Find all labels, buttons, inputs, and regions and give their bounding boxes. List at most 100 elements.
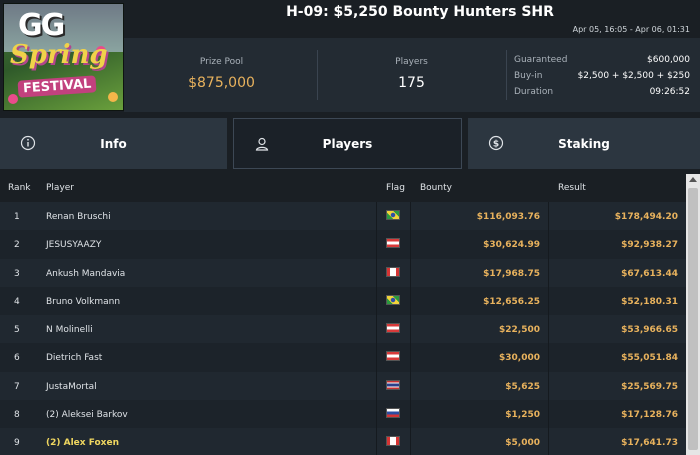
row-rank: 4 (14, 296, 20, 307)
row-player-name[interactable]: JustaMortal (46, 382, 97, 392)
row-bounty: $12,656.25 (483, 296, 540, 307)
table-row[interactable]: 2 JESUSYAAZY $30,624.99 $92,938.27 (0, 230, 686, 259)
col-rank-header[interactable]: Rank (8, 183, 31, 193)
russia-flag (386, 408, 400, 419)
austria-flag (386, 238, 400, 249)
row-bounty: $30,000 (499, 353, 540, 364)
detail-buy-in: Buy-in $2,500 + $2,500 + $250 (514, 71, 690, 81)
tournament-summary: Prize Pool $875,000 Players 175 Guarante… (124, 38, 700, 112)
canada-flag (386, 266, 400, 277)
column-separator (410, 230, 411, 259)
table-row[interactable]: 7 JustaMortal $5,625 $25,569.75 (0, 371, 686, 401)
players-count: Players 175 (344, 38, 479, 112)
row-result: $53,966.65 (621, 325, 678, 336)
column-separator (376, 230, 377, 259)
row-result: $17,128.76 (621, 410, 678, 421)
tab-staking-label: Staking (558, 136, 610, 151)
row-player-name[interactable]: N Molinelli (46, 325, 93, 335)
tournament-dates: Apr 05, 16:05 - Apr 06, 01:31 (572, 25, 690, 34)
column-separator (548, 428, 549, 455)
col-result-header[interactable]: Result (558, 183, 586, 193)
scrollbar[interactable] (686, 174, 700, 455)
row-rank: 5 (14, 325, 20, 336)
column-separator (548, 343, 549, 372)
col-player-header[interactable]: Player (46, 183, 74, 193)
prize-pool-label: Prize Pool (199, 57, 244, 67)
column-separator (548, 371, 549, 401)
row-player-name[interactable]: Ankush Mandavia (46, 269, 125, 279)
tab-players[interactable]: Players (233, 118, 462, 169)
row-player-name[interactable]: Dietrich Fast (46, 353, 102, 363)
row-rank: 7 (14, 381, 20, 392)
summary-divider (317, 50, 318, 100)
prize-pool-value: $875,000 (188, 75, 255, 91)
row-result: $25,569.75 (621, 381, 678, 392)
row-result: $178,494.20 (614, 212, 678, 222)
row-player-name[interactable]: JESUSYAAZY (46, 240, 101, 250)
row-bounty: $30,624.99 (483, 240, 540, 251)
summary-divider (506, 50, 507, 100)
table-row[interactable]: 6 Dietrich Fast $30,000 $55,051.84 (0, 343, 686, 372)
table-row[interactable]: 8 (2) Aleksei Barkov $1,250 $17,128.76 (0, 400, 686, 429)
row-result: $67,613.44 (621, 268, 678, 279)
column-separator (410, 343, 411, 372)
players-table: 1 Renan Bruschi $116,093.76 $178,494.20 … (0, 202, 686, 455)
row-bounty: $5,000 (505, 438, 540, 449)
row-player-name[interactable]: (2) Alex Foxen (46, 438, 119, 448)
col-bounty-header[interactable]: Bounty (420, 183, 452, 193)
tab-bar: Info Players $ Staking (0, 118, 700, 170)
brazil-flag (386, 294, 400, 305)
row-bounty: $22,500 (499, 325, 540, 336)
tournament-details: Guaranteed $600,000 Buy-in $2,500 + $2,5… (514, 53, 690, 101)
row-result: $55,051.84 (621, 353, 678, 364)
money-icon: $ (488, 135, 504, 151)
tab-staking[interactable]: $ Staking (468, 118, 700, 169)
column-separator (376, 286, 377, 316)
column-separator (376, 400, 377, 429)
user-icon (255, 137, 269, 151)
column-separator (548, 315, 549, 344)
tab-info[interactable]: Info (0, 118, 227, 169)
table-row[interactable]: 9 (2) Alex Foxen $5,000 $17,641.73 (0, 428, 686, 455)
players-label: Players (395, 57, 428, 67)
column-separator (410, 400, 411, 429)
svg-text:$: $ (493, 140, 499, 150)
column-separator (376, 343, 377, 372)
row-rank: 8 (14, 410, 20, 421)
tab-info-label: Info (100, 136, 127, 151)
scroll-up-icon[interactable] (689, 177, 697, 182)
column-separator (410, 371, 411, 401)
row-result: $17,641.73 (621, 438, 678, 449)
table-row[interactable]: 5 N Molinelli $22,500 $53,966.65 (0, 315, 686, 344)
column-separator (548, 400, 549, 429)
column-separator (548, 230, 549, 259)
row-player-name[interactable]: (2) Aleksei Barkov (46, 410, 128, 420)
column-separator (376, 202, 377, 231)
row-result: $52,180.31 (621, 296, 678, 307)
row-bounty: $5,625 (505, 381, 540, 392)
detail-guaranteed: Guaranteed $600,000 (514, 55, 690, 65)
column-separator (410, 258, 411, 287)
row-rank: 2 (14, 240, 20, 251)
canada-flag (386, 436, 400, 447)
scrollbar-thumb[interactable] (688, 188, 698, 450)
row-player-name[interactable]: Bruno Volkmann (46, 297, 120, 307)
top-bar: GG Spring FESTIVAL H-09: $5,250 Bounty H… (0, 0, 700, 111)
table-row[interactable]: 3 Ankush Mandavia $17,968.75 $67,613.44 (0, 258, 686, 287)
prize-pool: Prize Pool $875,000 (154, 38, 289, 112)
gg-spring-festival-logo: GG Spring FESTIVAL (3, 3, 124, 111)
row-bounty: $1,250 (505, 410, 540, 421)
table-row[interactable]: 4 Bruno Volkmann $12,656.25 $52,180.31 (0, 286, 686, 316)
column-separator (376, 428, 377, 455)
thailand-flag (386, 379, 400, 390)
column-separator (410, 315, 411, 344)
row-player-name[interactable]: Renan Bruschi (46, 212, 111, 222)
column-separator (376, 371, 377, 401)
table-row[interactable]: 1 Renan Bruschi $116,093.76 $178,494.20 (0, 202, 686, 231)
column-separator (410, 202, 411, 231)
column-separator (548, 286, 549, 316)
col-flag-header[interactable]: Flag (386, 183, 405, 193)
detail-duration: Duration 09:26:52 (514, 87, 690, 97)
row-rank: 9 (14, 438, 20, 449)
row-result: $92,938.27 (621, 240, 678, 251)
